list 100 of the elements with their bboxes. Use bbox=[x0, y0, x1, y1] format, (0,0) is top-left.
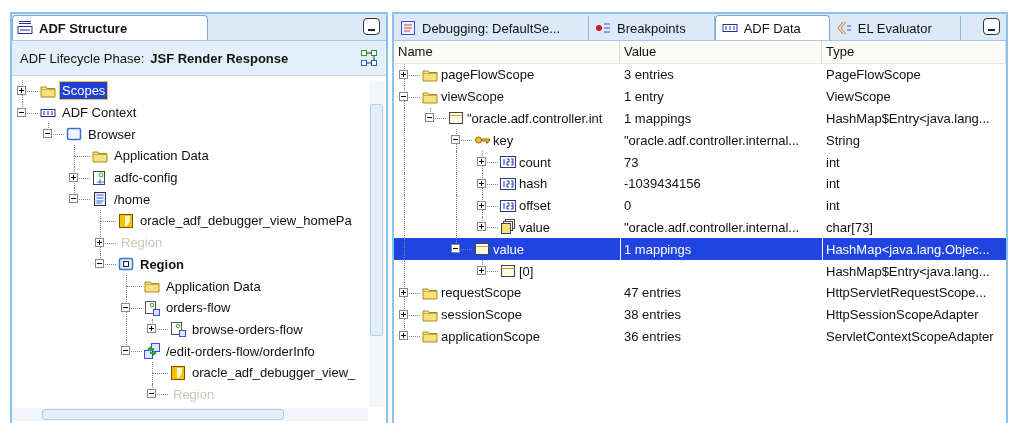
tree-item[interactable]: /home bbox=[111, 189, 154, 209]
value-cell: 1 mappings bbox=[624, 111, 692, 126]
value-cell: -1039434156 bbox=[624, 176, 701, 192]
name-cell: applicationScope bbox=[441, 328, 541, 344]
panel-tab[interactable]: Breakpoints bbox=[589, 16, 715, 40]
expand-toggle[interactable] bbox=[69, 172, 78, 182]
name-cell: hash bbox=[519, 176, 548, 192]
expand-toggle[interactable] bbox=[121, 346, 130, 356]
number-field-icon bbox=[500, 197, 516, 214]
card-icon bbox=[500, 263, 516, 280]
value-cell: 36 entries bbox=[624, 328, 682, 344]
expand-toggle[interactable] bbox=[17, 85, 26, 95]
name-cell: count bbox=[519, 154, 551, 170]
name-cell: value bbox=[493, 241, 525, 257]
tree-item[interactable]: adfc-config bbox=[111, 168, 181, 188]
type-cell: HashMap$Entry<java.lang... bbox=[826, 111, 990, 126]
expand-toggle[interactable] bbox=[399, 287, 408, 297]
type-cell: HashMap<java.lang.Objec... bbox=[826, 241, 990, 257]
table-row[interactable]: pageFlowScope 3 entries PageFlowScope bbox=[394, 64, 1006, 86]
page-icon bbox=[170, 364, 186, 381]
tree-item[interactable]: oracle_adf_debugger_view_homePa bbox=[137, 211, 355, 231]
column-header[interactable]: Type bbox=[822, 41, 1006, 63]
expand-toggle[interactable] bbox=[477, 222, 486, 232]
table-row[interactable]: [0] HashMap$Entry<java.lang... bbox=[394, 260, 1006, 282]
expand-toggle[interactable] bbox=[425, 113, 434, 123]
horizontal-scrollbar[interactable] bbox=[12, 408, 368, 421]
expand-toggle[interactable] bbox=[399, 91, 408, 101]
minimize-button[interactable] bbox=[983, 18, 1000, 35]
expand-toggle[interactable] bbox=[121, 302, 130, 312]
flow-diagram-icon bbox=[170, 321, 186, 338]
expand-toggle[interactable] bbox=[477, 178, 486, 188]
panel-tab[interactable]: Debugging: DefaultSe... bbox=[394, 16, 590, 40]
table-row[interactable]: value 1 mappings HashMap<java.lang.Objec... bbox=[394, 238, 1006, 261]
minimize-button[interactable] bbox=[363, 18, 380, 35]
list-icon bbox=[400, 20, 416, 36]
table-row[interactable]: "oracle.adf.controller.int 1 mappings HashMap$Entry<java.lang... bbox=[394, 107, 1006, 130]
expand-toggle[interactable] bbox=[451, 244, 460, 254]
panel-tab[interactable]: ADF Data bbox=[714, 15, 830, 40]
table-row[interactable]: requestScope 47 entries HttpServletRequestScope... bbox=[394, 281, 1006, 304]
expand-toggle[interactable] bbox=[69, 194, 78, 204]
number-field-icon bbox=[500, 154, 516, 171]
expand-toggle[interactable] bbox=[399, 69, 408, 79]
expand-toggle[interactable] bbox=[399, 309, 408, 319]
expand-toggle[interactable] bbox=[147, 324, 156, 334]
table-row[interactable]: sessionScope 38 entries HttpSessionScopeAdapter bbox=[394, 303, 1006, 326]
expand-toggle[interactable] bbox=[451, 135, 460, 145]
folder-icon bbox=[422, 328, 438, 345]
name-cell: sessionScope bbox=[441, 307, 522, 323]
tree-item[interactable]: orders-flow bbox=[163, 298, 234, 318]
vertical-scrollbar[interactable] bbox=[369, 82, 384, 407]
expand-toggle[interactable] bbox=[43, 129, 52, 139]
value-cell: 38 entries bbox=[624, 307, 682, 323]
panel-tab[interactable]: EL Evaluator bbox=[829, 16, 961, 40]
table-row[interactable]: key "oracle.adf.controller.internal... String bbox=[394, 129, 1006, 152]
column-header[interactable]: Name bbox=[394, 41, 620, 63]
flow-diagram-icon bbox=[144, 299, 160, 316]
value-cell: 73 bbox=[624, 154, 639, 170]
folder-icon bbox=[144, 278, 160, 295]
expand-toggle[interactable] bbox=[399, 331, 408, 341]
expand-toggle[interactable] bbox=[477, 266, 486, 276]
card-icon bbox=[448, 110, 464, 127]
tree-item[interactable]: browse-orders-flow bbox=[189, 319, 306, 339]
window-icon bbox=[66, 126, 82, 143]
table-row[interactable]: viewScope 1 entry ViewScope bbox=[394, 85, 1006, 108]
name-cell: value bbox=[519, 219, 551, 235]
type-cell: int bbox=[826, 154, 840, 170]
type-cell: int bbox=[826, 198, 840, 214]
label-box-icon bbox=[17, 20, 33, 36]
expand-toggle[interactable] bbox=[17, 107, 26, 117]
card-icon bbox=[474, 241, 490, 258]
type-cell: String bbox=[826, 132, 860, 148]
connector-icon[interactable] bbox=[360, 49, 378, 67]
name-cell: pageFlowScope bbox=[441, 67, 535, 83]
table-row[interactable]: offset 0 int bbox=[394, 194, 1006, 217]
table-row[interactable]: count 73 int bbox=[394, 151, 1006, 173]
table-row[interactable]: hash -1039434156 int bbox=[394, 173, 1006, 195]
tree-item[interactable]: Scopes bbox=[59, 81, 109, 101]
tree-item[interactable]: Browser bbox=[85, 124, 139, 144]
diagram-icon bbox=[92, 169, 108, 186]
panel-tab[interactable]: ADF Structure bbox=[12, 15, 208, 40]
type-cell: PageFlowScope bbox=[826, 67, 921, 83]
tree-item[interactable]: Application Data bbox=[163, 276, 264, 296]
column-header[interactable]: Value bbox=[620, 41, 822, 63]
table-row[interactable]: applicationScope 36 entries ServletContextScopeAdapter bbox=[394, 325, 1006, 348]
tree-item[interactable]: oracle_adf_debugger_view_ bbox=[189, 363, 359, 383]
name-cell: [0] bbox=[519, 263, 534, 279]
tree-item[interactable]: Application Data bbox=[111, 146, 212, 166]
tree-item[interactable]: Region bbox=[137, 254, 188, 274]
expand-toggle[interactable] bbox=[95, 259, 104, 269]
value-cell: 0 bbox=[624, 198, 632, 214]
breakpoint-icon bbox=[595, 20, 612, 36]
type-cell: char[73] bbox=[826, 219, 873, 235]
tree-item[interactable]: ADF Context bbox=[59, 103, 140, 123]
expand-toggle[interactable] bbox=[477, 157, 486, 167]
value-cell: 47 entries bbox=[624, 285, 682, 301]
name-cell: offset bbox=[519, 198, 551, 214]
document-icon bbox=[92, 191, 108, 208]
tree-item[interactable]: /edit-orders-flow/orderInfo bbox=[163, 341, 318, 361]
expand-toggle[interactable] bbox=[477, 200, 486, 210]
value-cell: "oracle.adf.controller.internal... bbox=[624, 132, 800, 148]
